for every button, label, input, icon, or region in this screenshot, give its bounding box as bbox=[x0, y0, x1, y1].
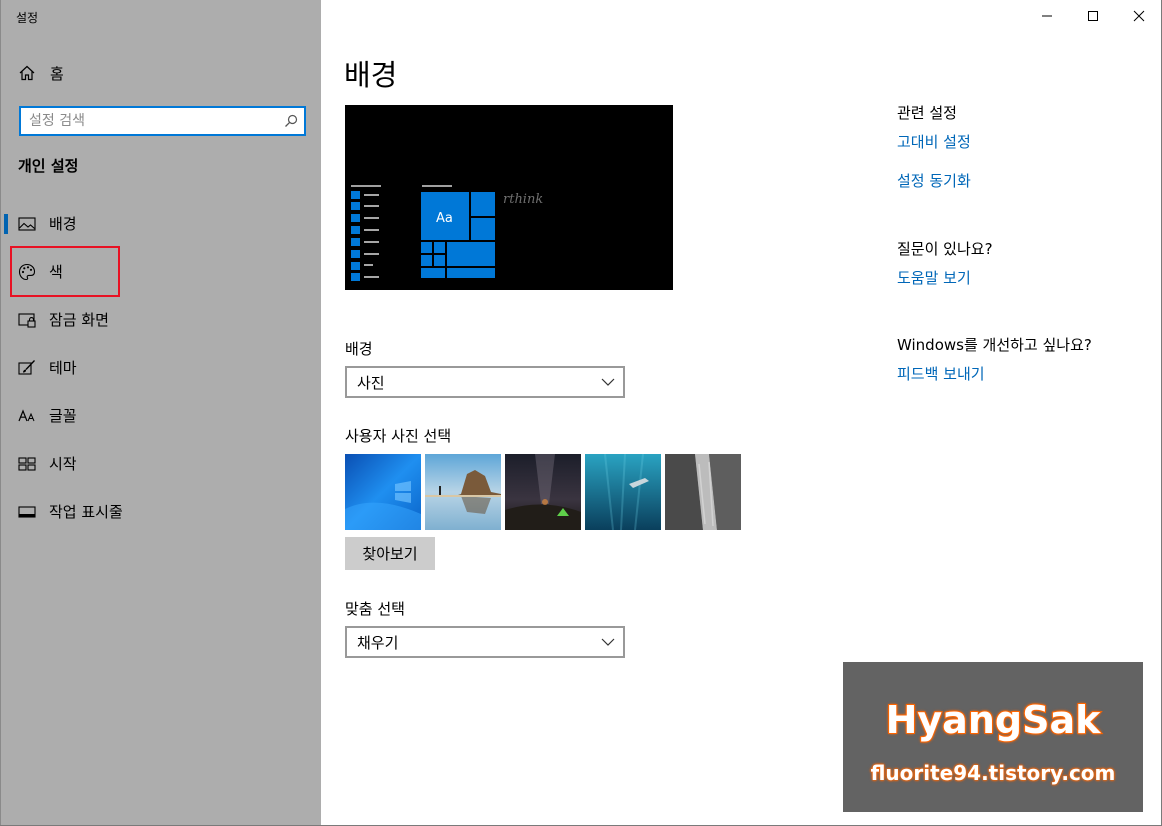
palette-icon bbox=[18, 263, 36, 281]
lock-screen-icon bbox=[18, 313, 36, 328]
sidebar-item-lock-screen[interactable]: 잠금 화면 bbox=[1, 296, 322, 344]
get-help-link[interactable]: 도움말 보기 bbox=[897, 267, 993, 288]
taskbar-icon bbox=[18, 506, 36, 518]
related-settings-heading: 관련 설정 bbox=[897, 104, 957, 122]
home-label: 홈 bbox=[50, 64, 64, 83]
sidebar-item-label: 색 bbox=[49, 263, 63, 281]
watermark-box: HyangSak fluorite94.tistory.com bbox=[843, 662, 1143, 812]
thumbnail-beach-rocks[interactable] bbox=[425, 454, 501, 530]
sidebar-item-themes[interactable]: 테마 bbox=[1, 344, 322, 392]
thumbnail-rock-cliff[interactable] bbox=[665, 454, 741, 530]
sidebar-item-taskbar[interactable]: 작업 표시줄 bbox=[1, 488, 322, 536]
theme-brush-icon bbox=[18, 360, 35, 375]
sidebar-nav: 배경 색 잠금 화면 테마 글꼴 시작 작업 표시줄 bbox=[1, 200, 322, 536]
search-icon[interactable] bbox=[278, 108, 304, 134]
background-preview: Aa rthink bbox=[345, 105, 673, 290]
background-dropdown-value: 사진 bbox=[357, 373, 385, 392]
sidebar-item-label: 잠금 화면 bbox=[49, 311, 109, 329]
sidebar-item-start[interactable]: 시작 bbox=[1, 440, 322, 488]
high-contrast-link[interactable]: 고대비 설정 bbox=[897, 131, 971, 152]
chevron-down-icon bbox=[601, 638, 615, 646]
picture-icon bbox=[18, 217, 36, 231]
maximize-icon bbox=[1088, 11, 1098, 21]
sidebar-item-label: 테마 bbox=[49, 359, 77, 377]
sync-settings-link[interactable]: 설정 동기화 bbox=[897, 170, 971, 191]
sidebar-item-label: 작업 표시줄 bbox=[49, 503, 123, 521]
font-icon bbox=[18, 409, 35, 422]
browse-button[interactable]: 찾아보기 bbox=[345, 537, 435, 570]
app-title: 설정 bbox=[16, 11, 39, 25]
close-icon bbox=[1133, 10, 1145, 22]
fit-dropdown[interactable]: 채우기 bbox=[345, 626, 625, 658]
feedback-section: Windows를 개선하고 싶나요? 피드백 보내기 bbox=[897, 334, 1092, 384]
fit-label: 맞춤 선택 bbox=[345, 600, 405, 618]
help-heading: 질문이 있나요? bbox=[897, 240, 993, 258]
picture-label: 사용자 사진 선택 bbox=[345, 427, 452, 445]
feedback-heading: Windows를 개선하고 싶나요? bbox=[897, 336, 1092, 354]
search-input[interactable] bbox=[21, 108, 278, 134]
preview-tile-label: Aa bbox=[436, 211, 453, 226]
fit-dropdown-value: 채우기 bbox=[357, 633, 399, 652]
home-button[interactable]: 홈 bbox=[18, 62, 64, 84]
sidebar-item-label: 시작 bbox=[49, 455, 77, 473]
section-title: 개인 설정 bbox=[18, 157, 79, 175]
maximize-button[interactable] bbox=[1070, 0, 1116, 32]
sidebar: 설정 홈 개인 설정 배경 bbox=[0, 0, 321, 826]
background-dropdown[interactable]: 사진 bbox=[345, 366, 625, 398]
background-label: 배경 bbox=[345, 340, 373, 358]
watermark-title: HyangSak bbox=[885, 697, 1102, 743]
desktop-preview-graphic: Aa rthink bbox=[351, 185, 543, 281]
thumbnail-night-sky-tent[interactable] bbox=[505, 454, 581, 530]
related-settings-section: 관련 설정 고대비 설정 설정 동기화 bbox=[897, 102, 971, 191]
preview-overlay-text: rthink bbox=[503, 192, 543, 207]
minimize-button[interactable] bbox=[1024, 0, 1070, 32]
help-section: 질문이 있나요? 도움말 보기 bbox=[897, 238, 993, 288]
picture-thumbnails bbox=[345, 454, 741, 530]
page-title: 배경 bbox=[344, 58, 398, 92]
thumbnail-underwater-swimmer[interactable] bbox=[585, 454, 661, 530]
home-icon bbox=[19, 65, 35, 81]
sidebar-item-label: 글꼴 bbox=[49, 407, 77, 425]
feedback-link[interactable]: 피드백 보내기 bbox=[897, 363, 1092, 384]
close-button[interactable] bbox=[1116, 0, 1162, 32]
sidebar-item-fonts[interactable]: 글꼴 bbox=[1, 392, 322, 440]
minimize-icon bbox=[1042, 15, 1052, 17]
sidebar-item-color[interactable]: 색 bbox=[1, 248, 322, 296]
settings-search-box[interactable] bbox=[19, 106, 306, 136]
thumbnail-windows-blue[interactable] bbox=[345, 454, 421, 530]
sidebar-item-background[interactable]: 배경 bbox=[1, 200, 322, 248]
start-menu-icon bbox=[18, 457, 36, 471]
chevron-down-icon bbox=[601, 378, 615, 386]
sidebar-item-label: 배경 bbox=[49, 215, 77, 233]
watermark-url: fluorite94.tistory.com bbox=[870, 761, 1116, 785]
